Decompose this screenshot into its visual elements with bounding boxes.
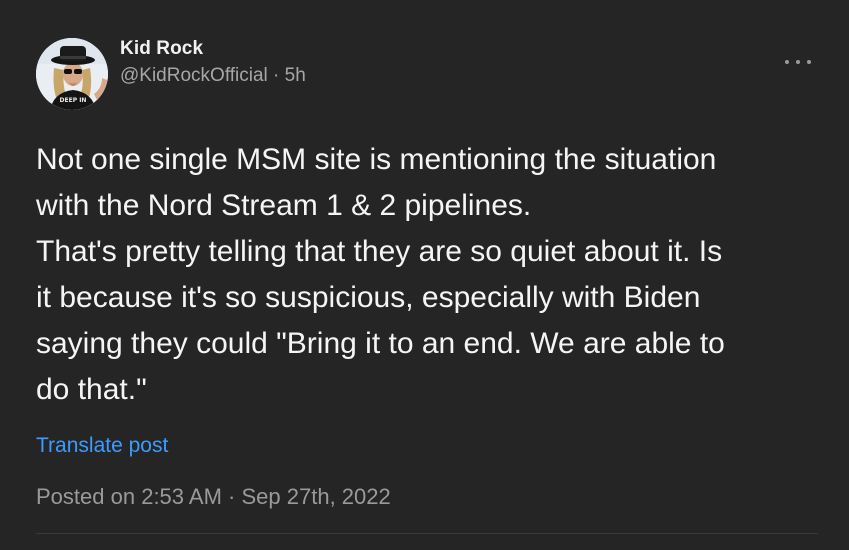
divider (36, 533, 818, 534)
post-time-ago[interactable]: 5h (285, 65, 306, 86)
posted-separator: · (228, 484, 236, 509)
author-name[interactable]: Kid Rock (120, 38, 203, 60)
user-avatar-photo-icon: DEEP IN (36, 38, 108, 110)
author-handle[interactable]: @KidRockOfficial (120, 65, 268, 86)
author-meta: @KidRockOfficial · 5h (120, 65, 306, 87)
meta-separator: · (273, 65, 280, 86)
avatar[interactable]: DEEP IN (36, 38, 108, 110)
post-text: Not one single MSM site is mentioning th… (36, 143, 725, 406)
posted-prefix: Posted on (36, 484, 136, 509)
post-card: DEEP IN Kid Rock @KidRockOfficial · 5h N… (0, 0, 849, 550)
more-options-button[interactable] (782, 48, 814, 76)
avatar-shirt-text: DEEP IN (60, 97, 87, 104)
posted-timestamp: Posted on 2:53 AM · Sep 27th, 2022 (36, 484, 391, 510)
more-horizontal-icon (785, 60, 811, 64)
translate-post-link[interactable]: Translate post (36, 434, 168, 458)
posted-date: Sep 27th, 2022 (241, 484, 391, 509)
posted-time: 2:53 AM (141, 484, 222, 509)
